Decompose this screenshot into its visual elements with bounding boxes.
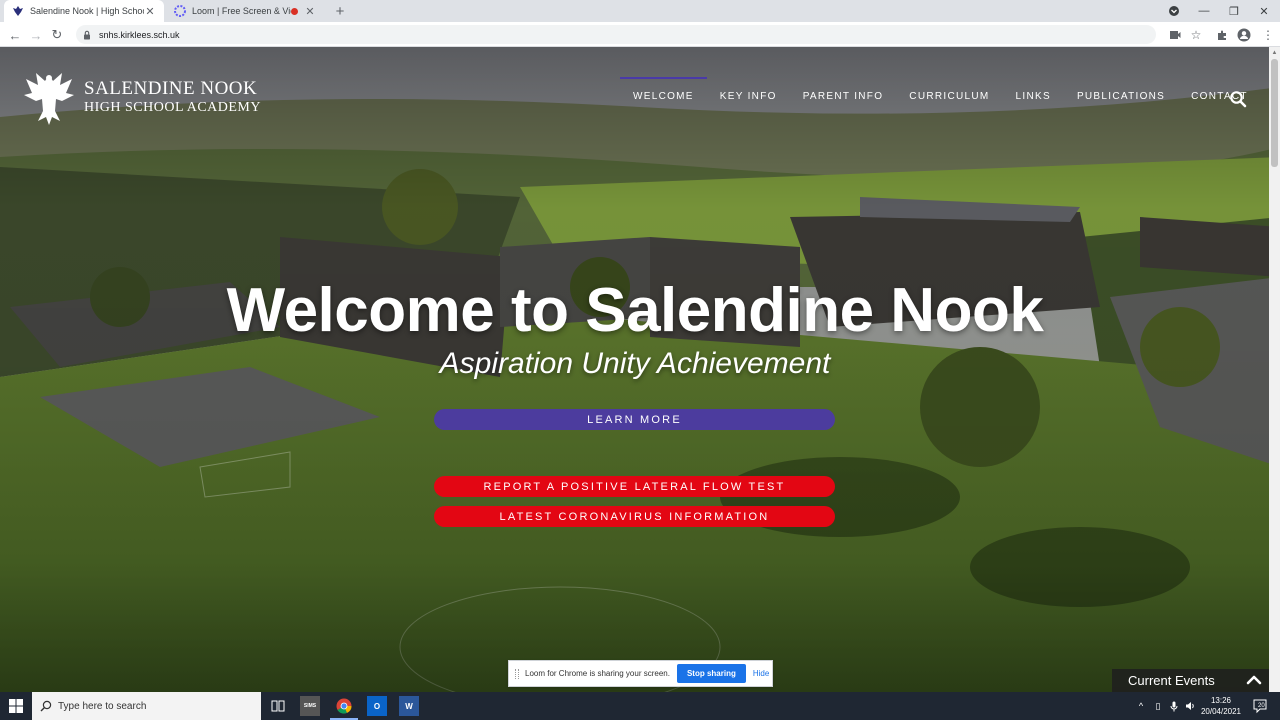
drag-handle-icon[interactable] bbox=[515, 668, 519, 679]
coronavirus-information-button[interactable]: LATEST CORONAVIRUS INFORMATION bbox=[434, 506, 835, 527]
recording-indicator-icon bbox=[291, 7, 298, 15]
microphone-icon[interactable] bbox=[1166, 692, 1182, 720]
notification-center-icon[interactable]: 20 bbox=[1252, 698, 1268, 714]
tab-loom[interactable]: Loom | Free Screen & Video ✕ bbox=[166, 0, 324, 22]
hide-button[interactable]: Hide bbox=[753, 669, 769, 678]
show-hidden-icons-chevron-icon[interactable]: ^ bbox=[1134, 692, 1148, 720]
chrome-app-icon[interactable] bbox=[334, 696, 354, 716]
taskbar-search-box[interactable]: Type here to search bbox=[32, 692, 261, 720]
taskbar-clock[interactable]: 13:26 20/04/2021 bbox=[1196, 695, 1246, 717]
url-text: snhs.kirklees.sch.uk bbox=[99, 29, 180, 40]
logo-line-2: HIGH SCHOOL ACADEMY bbox=[84, 100, 261, 115]
cast-icon[interactable] bbox=[1166, 26, 1184, 44]
maximize-button[interactable]: ❐ bbox=[1222, 0, 1246, 22]
current-events-toggle[interactable]: Current Events bbox=[1112, 669, 1270, 692]
network-icon[interactable]: ▯ bbox=[1150, 692, 1166, 720]
windows-logo-icon bbox=[9, 699, 23, 713]
notification-count: 20 bbox=[1258, 703, 1265, 709]
nav-welcome[interactable]: WELCOME bbox=[620, 77, 707, 117]
scrollbar-thumb[interactable] bbox=[1271, 59, 1278, 167]
eagle-crest-icon bbox=[24, 73, 74, 125]
nav-contact[interactable]: CONTACT bbox=[1178, 77, 1261, 117]
loom-favicon-icon bbox=[174, 5, 186, 17]
clock-date: 20/04/2021 bbox=[1200, 707, 1242, 716]
menu-kebab-icon[interactable]: ⋮ bbox=[1259, 26, 1277, 44]
school-crest-favicon-icon bbox=[12, 5, 24, 17]
new-tab-button[interactable]: + bbox=[331, 2, 349, 20]
loom-sharing-message: Loom for Chrome is sharing your screen. bbox=[525, 669, 670, 678]
report-lateral-flow-test-button[interactable]: REPORT A POSITIVE LATERAL FLOW TEST bbox=[434, 476, 835, 497]
task-view-icon[interactable] bbox=[268, 696, 288, 716]
nav-links[interactable]: LINKS bbox=[1003, 77, 1064, 117]
bookmark-star-icon[interactable]: ☆ bbox=[1187, 26, 1205, 44]
search-icon bbox=[40, 700, 52, 712]
minimize-button[interactable]: — bbox=[1192, 0, 1216, 22]
nav-parent-info[interactable]: PARENT INFO bbox=[790, 77, 897, 117]
lock-icon bbox=[84, 30, 90, 39]
tab-title: Salendine Nook | High School Ac bbox=[30, 6, 144, 16]
profile-avatar-icon[interactable] bbox=[1235, 26, 1253, 44]
outlook-app-icon[interactable]: O bbox=[367, 696, 387, 716]
taskbar-search-placeholder: Type here to search bbox=[58, 700, 147, 712]
learn-more-button[interactable]: LEARN MORE bbox=[434, 409, 835, 430]
tab-salendine-nook[interactable]: Salendine Nook | High School Ac ✕ bbox=[4, 0, 164, 22]
chevron-up-icon bbox=[1246, 675, 1262, 685]
extensions-puzzle-icon[interactable] bbox=[1213, 26, 1231, 44]
current-events-label: Current Events bbox=[1128, 673, 1215, 688]
back-arrow-icon[interactable]: ← bbox=[6, 26, 24, 44]
loom-sharing-bar: Loom for Chrome is sharing your screen. … bbox=[508, 660, 773, 687]
nav-curriculum[interactable]: CURRICULUM bbox=[896, 77, 1002, 117]
word-app-icon[interactable]: W bbox=[399, 696, 419, 716]
close-window-button[interactable]: ✕ bbox=[1252, 0, 1276, 22]
search-icon[interactable] bbox=[1229, 90, 1247, 108]
tab-search-icon[interactable] bbox=[1164, 0, 1184, 22]
windows-start-button[interactable] bbox=[0, 692, 32, 720]
reload-icon[interactable]: ↻ bbox=[48, 26, 66, 44]
tab-close-icon[interactable]: ✕ bbox=[144, 5, 156, 18]
forward-arrow-icon[interactable]: → bbox=[27, 26, 45, 44]
page-viewport: SALENDINE NOOK HIGH SCHOOL ACADEMY WELCO… bbox=[0, 47, 1280, 692]
main-nav: WELCOME KEY INFO PARENT INFO CURRICULUM … bbox=[620, 77, 1261, 117]
nav-key-info[interactable]: KEY INFO bbox=[707, 77, 790, 117]
windows-taskbar: Type here to search SIMS O W ^ ▯ 13:26 2… bbox=[0, 692, 1280, 720]
tab-title: Loom | Free Screen & Video bbox=[192, 6, 291, 16]
browser-toolbar: ← → ↻ snhs.kirklees.sch.uk ☆ ⋮ bbox=[0, 22, 1280, 47]
browser-tab-bar: Salendine Nook | High School Ac ✕ Loom |… bbox=[0, 0, 1280, 22]
page-scrollbar[interactable]: ▲ bbox=[1269, 47, 1280, 692]
logo-line-1: SALENDINE NOOK bbox=[84, 78, 258, 99]
scroll-up-arrow-icon[interactable]: ▲ bbox=[1271, 49, 1278, 57]
hero-title: Welcome to Salendine Nook bbox=[226, 276, 1044, 345]
nav-publications[interactable]: PUBLICATIONS bbox=[1064, 77, 1178, 117]
stop-sharing-button[interactable]: Stop sharing bbox=[676, 664, 746, 683]
tab-close-icon[interactable]: ✕ bbox=[304, 5, 316, 18]
hero-subtitle: Aspiration Unity Achievement bbox=[439, 347, 831, 380]
sims-app-icon[interactable]: SIMS bbox=[300, 696, 320, 716]
school-logo[interactable]: SALENDINE NOOK HIGH SCHOOL ACADEMY bbox=[22, 69, 261, 127]
address-bar[interactable]: snhs.kirklees.sch.uk bbox=[76, 25, 1156, 44]
clock-time: 13:26 bbox=[1210, 696, 1232, 705]
